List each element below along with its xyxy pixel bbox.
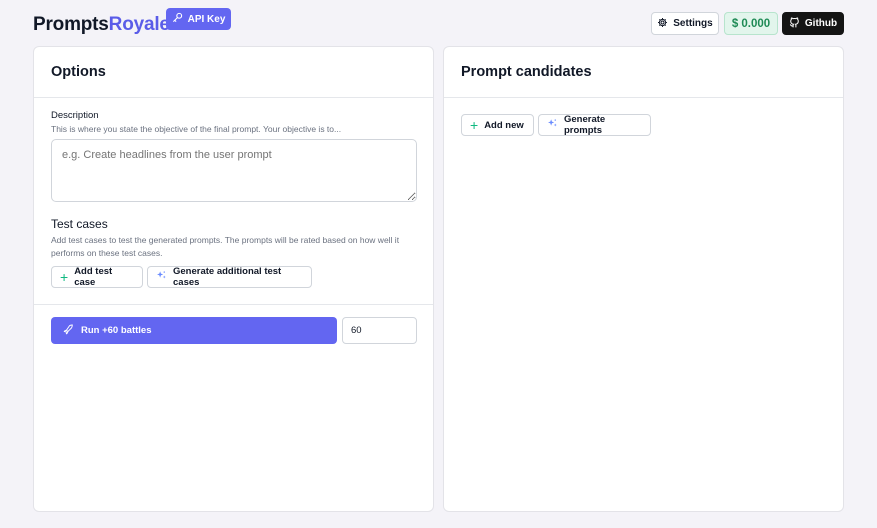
run-battles-button[interactable]: Run +60 battles [51,317,337,344]
sparkle-icon [547,118,558,132]
test-cases-help: Add test cases to test the generated pro… [51,235,400,258]
github-icon [789,17,800,31]
generate-prompts-button[interactable]: Generate prompts [538,114,651,136]
battles-count-input[interactable] [342,317,417,344]
test-cases-title: Test cases [51,217,108,231]
sparkle-icon [156,270,167,284]
gear-icon [657,17,668,31]
prompt-candidates-title: Prompt candidates [444,47,843,98]
brand-part2: Royale [108,14,170,35]
settings-label: Settings [673,18,713,29]
rocket-icon [63,324,74,338]
api-key-button[interactable]: API Key [166,8,231,30]
add-new-label: Add new [484,119,524,131]
options-panel: Options Description This is where you st… [33,46,434,512]
balance-button[interactable]: $ 0.000 [724,12,778,35]
balance-value: $ 0.000 [731,17,771,30]
generate-prompts-label: Generate prompts [564,114,606,136]
description-help: This is where you state the objective of… [51,124,342,134]
prompt-candidates-panel: Prompt candidates + Add new Generate pro… [443,46,844,512]
settings-button[interactable]: Settings [651,12,719,35]
plus-icon: + [470,117,479,133]
add-test-case-label: Add test case [74,266,113,288]
app-header: PromptsRoyale API Key Settings $ 0.000 G… [0,0,877,46]
brand-logo: PromptsRoyale [33,14,170,36]
section-divider [34,304,433,305]
github-button[interactable]: Github [782,12,844,35]
key-icon [172,12,183,26]
generate-test-cases-label: Generate additional test cases [173,266,282,288]
description-input[interactable] [51,139,417,202]
options-title: Options [34,47,433,98]
plus-icon: + [60,269,69,285]
description-label: Description [51,110,99,121]
brand-part1: Prompts [33,14,109,35]
add-test-case-button[interactable]: + Add test case [51,266,143,288]
add-new-prompt-button[interactable]: + Add new [461,114,534,136]
generate-test-cases-button[interactable]: Generate additional test cases [147,266,312,288]
api-key-label: API Key [187,13,226,25]
github-label: Github [804,18,838,29]
run-battles-label: Run +60 battles [81,325,152,336]
